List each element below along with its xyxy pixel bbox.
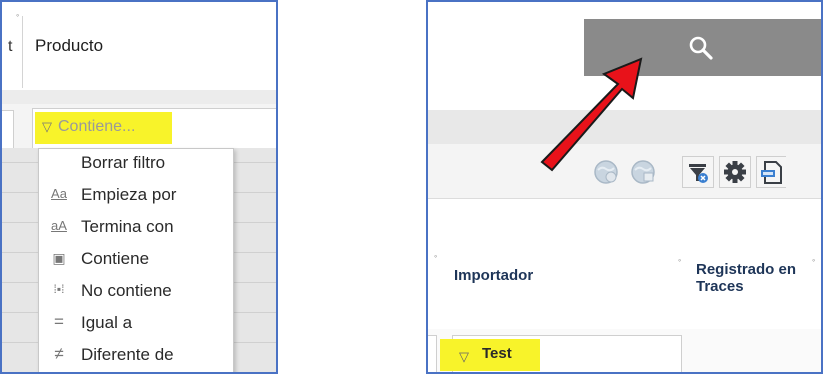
menu-item-empieza-por[interactable]: Aa Empieza por (39, 181, 233, 213)
ends-with-icon: aA (51, 218, 67, 233)
funnel-icon[interactable]: ▽ (42, 119, 52, 135)
menu-item-termina-con[interactable]: aA Termina con (39, 213, 233, 245)
left-screenshot-panel: ◦ t Producto ▽ Contiene... Borrar filtro… (0, 0, 278, 374)
column-header-producto[interactable]: Producto (35, 36, 103, 56)
contains-icon: ▣ (52, 250, 66, 266)
column-separator[interactable] (22, 16, 23, 88)
menu-item-label: Diferente de (81, 345, 174, 364)
not-contains-icon: ⁞▪⁞ (53, 282, 65, 296)
menu-item-label: Empieza por (81, 185, 177, 204)
grid-header: ◦ t Producto (2, 2, 276, 90)
equals-icon: = (54, 312, 64, 331)
column-resize-grip-icon[interactable]: ◦ (16, 10, 19, 20)
menu-item-diferente-de[interactable]: ≠ Diferente de (39, 341, 233, 372)
menu-item-contiene[interactable]: ▣ Contiene (39, 245, 233, 277)
previous-column-fragment: t (8, 38, 13, 55)
menu-item-label: Borrar filtro (81, 153, 166, 172)
menu-item-label: Igual a (81, 313, 133, 332)
menu-item-no-contiene[interactable]: ⁞▪⁞ No contiene (39, 277, 233, 309)
header-band (2, 90, 276, 104)
starts-with-icon: Aa (51, 186, 67, 201)
menu-item-borrar-filtro[interactable]: Borrar filtro (39, 149, 233, 181)
menu-item-label: Termina con (81, 217, 174, 236)
menu-item-label: Contiene (81, 249, 150, 268)
right-screenshot-panel: ◦ Importador ◦ Registrado en Traces ◦ ▽ … (426, 0, 823, 374)
menu-item-igual-a[interactable]: = Igual a (39, 309, 233, 341)
red-arrow-icon (540, 57, 643, 172)
filter-operator-menu: Borrar filtro Aa Empieza por aA Termina … (38, 148, 234, 372)
filter-placeholder: Contiene... (58, 118, 136, 135)
menu-item-label: No contiene (81, 281, 172, 300)
not-equal-icon: ≠ (54, 344, 64, 363)
